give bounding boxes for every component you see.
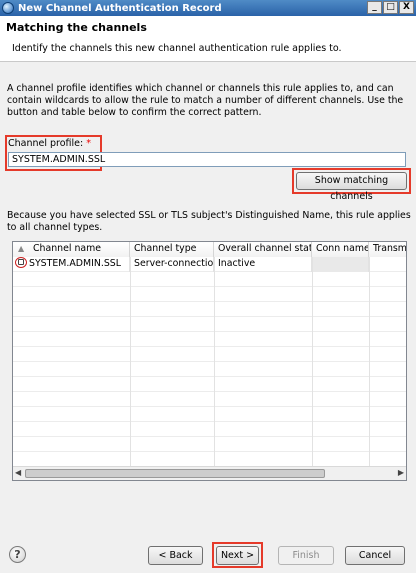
empty-table-row bbox=[13, 272, 406, 287]
table-row[interactable]: SYSTEM.ADMIN.SSL Server-connection Inact… bbox=[13, 257, 406, 272]
scroll-thumb[interactable] bbox=[25, 469, 325, 478]
empty-table-row bbox=[13, 347, 406, 362]
page-title: Matching the channels bbox=[6, 21, 147, 34]
window-controls: _ □ X bbox=[367, 1, 414, 14]
column-transmission[interactable]: Transm bbox=[369, 242, 406, 257]
empty-table-row bbox=[13, 302, 406, 317]
horizontal-scrollbar[interactable]: ◀ ▶ bbox=[13, 466, 406, 480]
column-divider bbox=[130, 257, 131, 466]
empty-table-row bbox=[13, 377, 406, 392]
help-icon[interactable]: ? bbox=[9, 546, 26, 563]
empty-table-row bbox=[13, 332, 406, 347]
column-overall-status[interactable]: Overall channel status bbox=[214, 242, 312, 257]
empty-table-row bbox=[13, 422, 406, 437]
empty-table-row bbox=[13, 317, 406, 332]
channel-profile-label-text: Channel profile: bbox=[8, 138, 84, 149]
close-button[interactable]: X bbox=[399, 1, 414, 14]
intro-paragraph: A channel profile identifies which chann… bbox=[7, 83, 404, 118]
show-matching-channels-button[interactable]: Show matching channels bbox=[296, 172, 407, 202]
empty-table-row bbox=[13, 287, 406, 302]
channel-name-cell: SYSTEM.ADMIN.SSL bbox=[13, 257, 130, 272]
empty-table-row bbox=[13, 362, 406, 377]
conn-name-cell bbox=[312, 257, 369, 272]
required-marker: * bbox=[86, 138, 92, 149]
channel-profile-label: Channel profile: * bbox=[8, 138, 91, 149]
column-channel-type[interactable]: Channel type bbox=[130, 242, 214, 257]
column-divider bbox=[369, 257, 370, 466]
info-text: Because you have selected SSL or TLS sub… bbox=[7, 210, 411, 233]
back-button[interactable]: < Back bbox=[148, 546, 203, 565]
column-divider bbox=[312, 257, 313, 466]
column-channel-name[interactable]: ▲ Channel name bbox=[13, 242, 130, 257]
transmission-cell bbox=[369, 257, 406, 272]
scroll-left-icon[interactable]: ◀ bbox=[15, 468, 21, 477]
empty-table-row bbox=[13, 407, 406, 422]
column-channel-name-label: Channel name bbox=[33, 243, 102, 254]
sort-icon: ▲ bbox=[18, 244, 25, 253]
channel-type-cell: Server-connection bbox=[130, 257, 214, 272]
column-divider bbox=[214, 257, 215, 466]
table-header: ▲ Channel name Channel type Overall chan… bbox=[13, 242, 406, 257]
app-icon bbox=[2, 2, 14, 14]
channel-status-cell: Inactive bbox=[214, 257, 312, 272]
cancel-button[interactable]: Cancel bbox=[345, 546, 405, 565]
column-conn-name[interactable]: Conn name bbox=[312, 242, 369, 257]
empty-table-row bbox=[13, 392, 406, 407]
next-button[interactable]: Next > bbox=[216, 546, 259, 565]
minimize-button[interactable]: _ bbox=[367, 1, 382, 14]
channel-profile-input[interactable]: SYSTEM.ADMIN.SSL bbox=[8, 152, 406, 167]
channel-name-text: SYSTEM.ADMIN.SSL bbox=[29, 258, 121, 269]
channels-table[interactable]: ▲ Channel name Channel type Overall chan… bbox=[12, 241, 407, 481]
empty-table-row bbox=[13, 437, 406, 452]
page-description: Identify the channels this new channel a… bbox=[12, 43, 342, 54]
empty-table-row bbox=[13, 452, 406, 467]
wizard-banner: Matching the channels Identify the chann… bbox=[0, 16, 416, 62]
title-bar: New Channel Authentication Record _ □ X bbox=[0, 0, 416, 16]
scroll-right-icon[interactable]: ▶ bbox=[398, 468, 404, 477]
finish-button: Finish bbox=[278, 546, 334, 565]
ssl-channel-icon bbox=[15, 257, 27, 268]
window-title: New Channel Authentication Record bbox=[18, 2, 222, 14]
maximize-button[interactable]: □ bbox=[383, 1, 398, 14]
